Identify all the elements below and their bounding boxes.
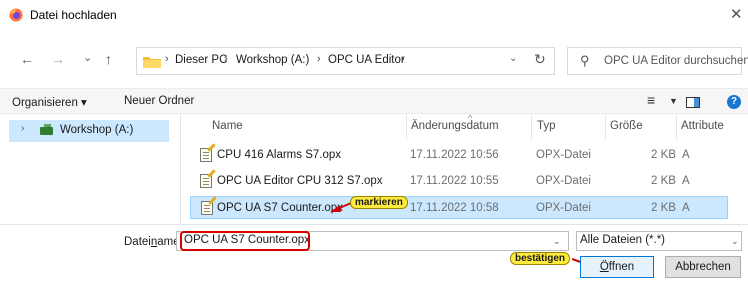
breadcrumb-separator: › (165, 53, 169, 65)
navigation-pane: › Workshop (A:) (0, 114, 180, 224)
column-header-attributes[interactable]: Attribute (681, 120, 724, 132)
command-toolbar: Organisieren ▾ Neuer Ordner ≡ ▼ ? (0, 88, 748, 114)
breadcrumb-opc-ua-editor[interactable]: OPC UA Editor (328, 54, 405, 66)
file-row[interactable]: OPC UA Editor CPU 312 S7.opx 17.11.2022 … (190, 170, 728, 193)
refresh-icon[interactable]: ↻ (534, 51, 546, 68)
forward-arrow-icon[interactable]: → (51, 51, 65, 67)
title-bar: Datei hochladen ✕ (0, 0, 748, 30)
column-header-modified[interactable]: Änderungsdatum (411, 120, 499, 132)
chevron-right-icon[interactable]: › (21, 123, 24, 134)
drive-icon (40, 124, 53, 135)
cancel-button[interactable]: Abbrechen (665, 256, 741, 278)
file-modified: 17.11.2022 10:58 (410, 202, 499, 214)
search-input[interactable]: ⚲ OPC UA Editor durchsuchen (567, 47, 748, 75)
chevron-down-icon[interactable]: ⌄ (553, 236, 561, 247)
breadcrumb-separator: › (401, 53, 405, 65)
breadcrumb-separator: › (224, 53, 228, 65)
opx-file-icon (200, 148, 212, 162)
breadcrumb-this-pc[interactable]: Dieser PC (175, 54, 227, 66)
open-button[interactable]: Öffnen (580, 256, 654, 278)
annotation-highlight-filename (180, 231, 310, 251)
preview-pane-icon[interactable] (686, 97, 700, 108)
search-placeholder: OPC UA Editor durchsuchen (604, 55, 748, 67)
file-size: 2 KB (651, 149, 676, 161)
chevron-down-icon[interactable]: ⌄ (731, 236, 739, 247)
new-folder-button[interactable]: Neuer Ordner (124, 95, 194, 107)
close-icon[interactable]: ✕ (730, 5, 743, 23)
column-divider[interactable] (531, 114, 532, 140)
file-type: OPX-Datei (536, 202, 591, 214)
chevron-down-icon[interactable]: ▼ (669, 96, 678, 106)
column-divider[interactable] (406, 114, 407, 140)
file-modified: 17.11.2022 10:56 (410, 149, 499, 161)
organize-menu-button[interactable]: Organisieren ▾ (12, 95, 87, 109)
breadcrumb-workshop[interactable]: Workshop (A:) (236, 54, 309, 66)
filename-label: Dateiname: (124, 236, 183, 248)
breadcrumb-separator: › (317, 53, 321, 65)
opx-file-icon (200, 174, 212, 188)
search-icon: ⚲ (580, 53, 590, 68)
annotation-label-markieren: markieren (350, 196, 408, 209)
filetype-value: Alle Dateien (*.*) (580, 234, 666, 246)
column-divider[interactable] (676, 114, 677, 140)
file-name: OPC UA S7 Counter.opx (217, 202, 343, 214)
column-divider[interactable] (605, 114, 606, 140)
column-header-size[interactable]: Größe (610, 120, 643, 132)
file-type: OPX-Datei (536, 149, 591, 161)
address-bar[interactable]: › Dieser PC › Workshop (A:) › OPC UA Edi… (136, 47, 555, 75)
file-size: 2 KB (651, 175, 676, 187)
file-attributes: A (682, 149, 690, 161)
annotation-label-bestaetigen: bestätigen (510, 252, 571, 265)
tree-item-label: Workshop (A:) (60, 124, 134, 136)
chevron-down-icon[interactable]: ⌄ (509, 53, 517, 64)
footer-divider (0, 224, 748, 225)
file-modified: 17.11.2022 10:55 (410, 175, 499, 187)
file-row[interactable]: CPU 416 Alarms S7.opx 17.11.2022 10:56 O… (190, 144, 728, 167)
firefox-icon (9, 8, 23, 22)
opx-file-icon (201, 201, 213, 215)
folder-icon (143, 57, 161, 68)
file-name: OPC UA Editor CPU 312 S7.opx (217, 175, 383, 187)
column-header-type[interactable]: Typ (537, 120, 556, 132)
view-options-icon[interactable]: ≡ (647, 92, 655, 108)
up-arrow-icon[interactable]: ↑ (105, 51, 112, 67)
file-attributes: A (682, 202, 690, 214)
file-row-selected[interactable]: OPC UA S7 Counter.opx 17.11.2022 10:58 O… (190, 196, 728, 219)
column-header-name[interactable]: Name (212, 120, 243, 132)
back-arrow-icon[interactable]: ← (20, 51, 34, 67)
file-name: CPU 416 Alarms S7.opx (217, 149, 342, 161)
file-size: 2 KB (651, 202, 676, 214)
help-icon[interactable]: ? (727, 95, 741, 109)
dialog-title: Datei hochladen (30, 8, 117, 22)
file-type: OPX-Datei (536, 175, 591, 187)
file-attributes: A (682, 175, 690, 187)
recent-locations-icon[interactable]: ⌄ (83, 50, 92, 66)
